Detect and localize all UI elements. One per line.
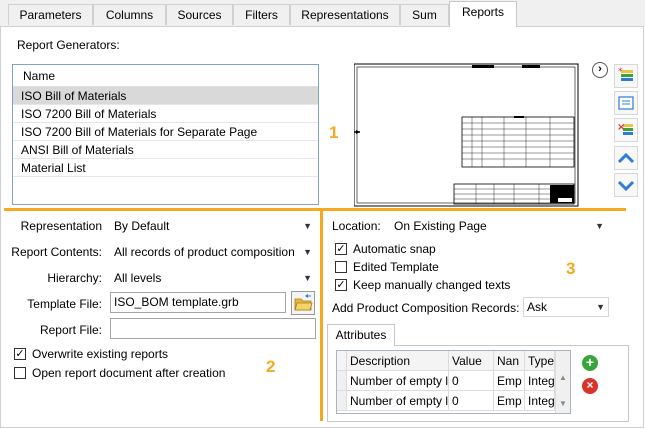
table-cell[interactable]: 0 bbox=[449, 391, 494, 411]
hierarchy-value: All levels bbox=[114, 271, 162, 285]
location-dropdown[interactable]: On Existing Page ▼ bbox=[390, 216, 608, 236]
row-header[interactable] bbox=[337, 371, 347, 391]
marker-2: 2 bbox=[266, 357, 276, 376]
report-generators-label: Report Generators: bbox=[17, 38, 120, 52]
new-list-icon: * bbox=[618, 67, 633, 81]
hierarchy-dropdown[interactable]: All levels ▼ bbox=[110, 268, 316, 288]
table-cell[interactable]: Number of empty l bbox=[347, 371, 449, 391]
expand-chevron-icon[interactable]: › bbox=[592, 62, 608, 78]
check-icon: ✓ bbox=[336, 243, 346, 255]
tab-attributes[interactable]: Attributes bbox=[327, 324, 395, 346]
svg-text:×: × bbox=[617, 122, 625, 133]
edited-template-label: Edited Template bbox=[353, 260, 439, 274]
report-file-label: Report File: bbox=[39, 323, 102, 337]
chevron-up-icon bbox=[617, 152, 635, 164]
tab-representations[interactable]: Representations bbox=[290, 4, 400, 25]
check-icon: ✓ bbox=[15, 348, 25, 360]
template-file-input[interactable]: ISO_BOM template.grb bbox=[110, 292, 286, 313]
delete-list-icon: × bbox=[617, 122, 633, 135]
table-cell[interactable]: Emp bbox=[494, 371, 525, 391]
table-cell[interactable]: Integ bbox=[525, 391, 555, 411]
report-file-input[interactable] bbox=[110, 318, 316, 339]
column-header[interactable]: Description bbox=[347, 351, 449, 371]
tab-sources[interactable]: Sources bbox=[166, 4, 233, 25]
table-cell[interactable]: 0 bbox=[449, 371, 494, 391]
keep-texts-checkbox[interactable]: ✓ bbox=[335, 279, 347, 291]
edited-template-checkbox[interactable] bbox=[335, 261, 347, 273]
new-generator-button[interactable]: * bbox=[614, 64, 638, 88]
add-records-label: Add Product Composition Records: bbox=[332, 301, 520, 315]
add-attribute-button[interactable]: + bbox=[582, 355, 598, 371]
automatic-snap-label: Automatic snap bbox=[353, 242, 436, 256]
add-records-dropdown[interactable]: Ask ▼ bbox=[523, 297, 609, 317]
list-item[interactable]: ISO 7200 Bill of Materials bbox=[13, 105, 318, 123]
chevron-down-icon bbox=[617, 180, 635, 192]
open-after-label: Open report document after creation bbox=[32, 366, 226, 380]
keep-texts-label: Keep manually changed texts bbox=[353, 278, 511, 292]
close-icon: × bbox=[586, 378, 594, 392]
table-header[interactable]: Name bbox=[13, 65, 318, 87]
tab-parameters[interactable]: Parameters bbox=[8, 4, 93, 25]
column-header[interactable]: Value bbox=[449, 351, 494, 371]
section-divider-vertical bbox=[320, 209, 323, 421]
name-column-header: Name bbox=[23, 69, 56, 83]
automatic-snap-checkbox[interactable]: ✓ bbox=[335, 243, 347, 255]
dropdown-arrow-icon: ▼ bbox=[596, 302, 605, 312]
edit-list-icon bbox=[618, 96, 634, 110]
scroll-down-icon[interactable]: ▼ bbox=[559, 399, 567, 408]
hierarchy-label: Hierarchy: bbox=[47, 271, 102, 285]
svg-text:*: * bbox=[618, 67, 623, 77]
report-generators-table[interactable]: Name ISO Bill of Materials ISO 7200 Bill … bbox=[12, 64, 319, 205]
template-preview bbox=[354, 63, 579, 207]
list-item[interactable]: ISO Bill of Materials bbox=[13, 87, 318, 105]
template-file-label: Template File: bbox=[27, 297, 102, 311]
marker-1: 1 bbox=[329, 123, 339, 142]
check-icon: ✓ bbox=[336, 279, 346, 291]
location-label: Location: bbox=[332, 219, 381, 233]
dropdown-arrow-icon: ▼ bbox=[595, 221, 604, 231]
row-header[interactable] bbox=[337, 391, 347, 411]
plus-icon: + bbox=[585, 354, 595, 370]
dropdown-arrow-icon: ▼ bbox=[303, 273, 312, 283]
list-item[interactable]: ISO 7200 Bill of Materials for Separate … bbox=[13, 123, 318, 141]
location-value: On Existing Page bbox=[394, 219, 487, 233]
table-cell[interactable]: Integ bbox=[525, 371, 555, 391]
dropdown-arrow-icon: ▼ bbox=[303, 221, 312, 231]
column-header[interactable]: Nan bbox=[494, 351, 525, 371]
browse-template-button[interactable] bbox=[291, 291, 315, 315]
dropdown-arrow-icon: ▼ bbox=[303, 247, 312, 257]
grid-scrollbar[interactable]: ▲ ▼ bbox=[555, 351, 570, 413]
delete-attribute-button[interactable]: × bbox=[582, 378, 598, 394]
list-item[interactable]: ANSI Bill of Materials bbox=[13, 141, 318, 159]
representation-label: Representation bbox=[20, 219, 102, 233]
overwrite-checkbox[interactable]: ✓ bbox=[14, 348, 26, 360]
report-contents-value: All records of product composition bbox=[114, 245, 295, 259]
scroll-up-icon[interactable]: ▲ bbox=[559, 373, 567, 382]
table-cell[interactable]: Number of empty l bbox=[347, 391, 449, 411]
list-item[interactable]: Material List bbox=[13, 159, 318, 177]
representation-value: By Default bbox=[114, 219, 170, 233]
tab-filters[interactable]: Filters bbox=[233, 4, 290, 25]
move-down-button[interactable] bbox=[614, 173, 638, 197]
attributes-grid[interactable]: Description Value Nan Type Number of empty l… bbox=[336, 350, 571, 414]
marker-3: 3 bbox=[566, 259, 576, 278]
report-contents-dropdown[interactable]: All records of product composition ▼ bbox=[110, 242, 316, 262]
move-up-button[interactable] bbox=[614, 146, 638, 170]
template-file-value: ISO_BOM template.grb bbox=[114, 295, 239, 309]
column-header[interactable]: Type bbox=[525, 351, 555, 371]
folder-open-icon bbox=[294, 294, 313, 311]
add-records-value: Ask bbox=[527, 300, 548, 314]
overwrite-label: Overwrite existing reports bbox=[32, 347, 169, 361]
grid-corner[interactable] bbox=[337, 351, 347, 371]
report-contents-label: Report Contents: bbox=[11, 245, 102, 259]
open-after-checkbox[interactable] bbox=[14, 367, 26, 379]
representation-dropdown[interactable]: By Default ▼ bbox=[110, 216, 316, 236]
delete-generator-button[interactable]: × bbox=[614, 118, 638, 142]
tab-columns[interactable]: Columns bbox=[93, 4, 166, 25]
tab-reports[interactable]: Reports bbox=[449, 1, 517, 27]
table-cell[interactable]: Emp bbox=[494, 391, 525, 411]
tab-sum[interactable]: Sum bbox=[400, 4, 449, 25]
section-divider-horizontal bbox=[4, 208, 626, 211]
edit-generator-button[interactable] bbox=[614, 91, 638, 115]
